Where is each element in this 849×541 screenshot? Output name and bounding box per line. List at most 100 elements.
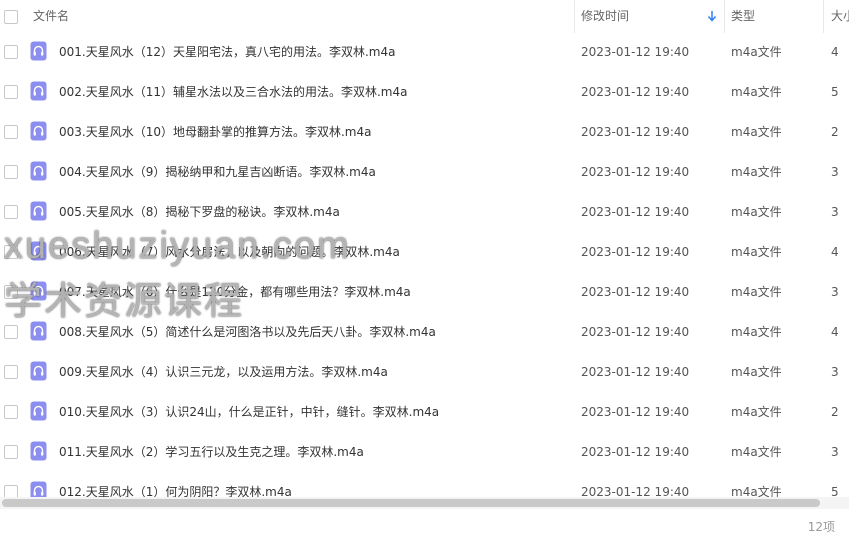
file-type: m4a文件	[731, 85, 782, 99]
file-size: 4	[831, 45, 839, 59]
file-name[interactable]: 008.天星风水（5）简述什么是河图洛书以及先后天八卦。李双林.m4a	[59, 313, 436, 353]
file-list[interactable]: 001.天星风水（12）天星阳宅法，真八宅的用法。李双林.m4a 2023-01…	[0, 33, 849, 497]
row-checkbox[interactable]	[4, 45, 18, 59]
status-bar: 12项	[0, 509, 849, 541]
audio-file-icon	[30, 281, 47, 301]
file-type: m4a文件	[731, 405, 782, 419]
file-name[interactable]: 004.天星风水（9）揭秘纳甲和九星吉凶断语。李双林.m4a	[59, 153, 376, 193]
file-row[interactable]: 002.天星风水（11）辅星水法以及三合水法的用法。李双林.m4a 2023-0…	[0, 73, 849, 113]
column-header-row: 文件名 修改时间 类型 大小	[0, 0, 849, 33]
file-modified-date: 2023-01-12 19:40	[581, 45, 690, 59]
column-divider[interactable]	[724, 0, 725, 33]
file-name[interactable]: 010.天星风水（3）认识24山，什么是正针，中针，缝针。李双林.m4a	[59, 393, 439, 433]
file-type: m4a文件	[731, 165, 782, 179]
file-type: m4a文件	[731, 245, 782, 259]
audio-file-icon	[30, 481, 47, 497]
file-modified-date: 2023-01-12 19:40	[581, 245, 690, 259]
row-checkbox[interactable]	[4, 245, 18, 259]
file-row[interactable]: 006.天星风水（7）风水分房法，以及朝向的问题。李双林.m4a 2023-01…	[0, 233, 849, 273]
column-header-name[interactable]: 文件名	[33, 0, 69, 33]
column-divider[interactable]	[823, 0, 824, 33]
audio-file-icon	[30, 241, 47, 261]
file-modified-date: 2023-01-12 19:40	[581, 85, 690, 99]
file-row[interactable]: 010.天星风水（3）认识24山，什么是正针，中针，缝针。李双林.m4a 202…	[0, 393, 849, 433]
file-size: 3	[831, 445, 839, 459]
file-row[interactable]: 008.天星风水（5）简述什么是河图洛书以及先后天八卦。李双林.m4a 2023…	[0, 313, 849, 353]
file-size: 2	[831, 405, 839, 419]
horizontal-scroll-thumb[interactable]	[2, 499, 820, 507]
sort-down-arrow-icon[interactable]	[706, 9, 718, 23]
file-row[interactable]: 009.天星风水（4）认识三元龙，以及运用方法。李双林.m4a 2023-01-…	[0, 353, 849, 393]
audio-file-icon	[30, 321, 47, 341]
audio-file-icon	[30, 81, 47, 101]
file-name[interactable]: 011.天星风水（2）学习五行以及生克之理。李双林.m4a	[59, 433, 364, 473]
file-size: 2	[831, 125, 839, 139]
row-checkbox[interactable]	[4, 485, 18, 497]
file-type: m4a文件	[731, 45, 782, 59]
audio-file-icon	[30, 401, 47, 421]
column-divider[interactable]	[574, 0, 575, 33]
select-all-checkbox[interactable]	[4, 10, 18, 24]
audio-file-icon	[30, 361, 47, 381]
file-row[interactable]: 005.天星风水（8）揭秘下罗盘的秘诀。李双林.m4a 2023-01-12 1…	[0, 193, 849, 233]
file-row[interactable]: 012.天星风水（1）何为阴阳？李双林.m4a 2023-01-12 19:40…	[0, 473, 849, 497]
item-count: 12项	[807, 520, 835, 534]
file-row[interactable]: 007.天星风水（6）什么是120分金，都有哪些用法？李双林.m4a 2023-…	[0, 273, 849, 313]
audio-file-icon	[30, 441, 47, 461]
row-checkbox[interactable]	[4, 445, 18, 459]
file-modified-date: 2023-01-12 19:40	[581, 125, 690, 139]
file-size: 4	[831, 245, 839, 259]
file-size: 5	[831, 485, 839, 497]
row-checkbox[interactable]	[4, 125, 18, 139]
column-header-name-label: 文件名	[33, 9, 70, 23]
file-row[interactable]: 001.天星风水（12）天星阳宅法，真八宅的用法。李双林.m4a 2023-01…	[0, 33, 849, 73]
row-checkbox[interactable]	[4, 405, 18, 419]
file-type: m4a文件	[731, 285, 782, 299]
row-checkbox[interactable]	[4, 325, 18, 339]
column-header-type-label: 类型	[731, 9, 756, 23]
file-modified-date: 2023-01-12 19:40	[581, 485, 690, 497]
file-row[interactable]: 003.天星风水（10）地母翻卦掌的推算方法。李双林.m4a 2023-01-1…	[0, 113, 849, 153]
audio-file-icon	[30, 41, 47, 61]
file-type: m4a文件	[731, 125, 782, 139]
file-size: 3	[831, 205, 839, 219]
file-modified-date: 2023-01-12 19:40	[581, 285, 690, 299]
audio-file-icon	[30, 161, 47, 181]
audio-file-icon	[30, 121, 47, 141]
horizontal-scrollbar[interactable]	[0, 497, 849, 509]
file-name[interactable]: 003.天星风水（10）地母翻卦掌的推算方法。李双林.m4a	[59, 113, 371, 153]
file-type: m4a文件	[731, 325, 782, 339]
column-header-size[interactable]: 大小	[831, 0, 849, 33]
row-checkbox[interactable]	[4, 365, 18, 379]
file-modified-date: 2023-01-12 19:40	[581, 405, 690, 419]
column-header-type[interactable]: 类型	[731, 0, 755, 33]
file-modified-date: 2023-01-12 19:40	[581, 365, 690, 379]
file-name[interactable]: 005.天星风水（8）揭秘下罗盘的秘诀。李双林.m4a	[59, 193, 340, 233]
file-type: m4a文件	[731, 365, 782, 379]
file-name[interactable]: 006.天星风水（7）风水分房法，以及朝向的问题。李双林.m4a	[59, 233, 400, 273]
column-header-modified[interactable]: 修改时间	[581, 0, 629, 33]
file-type: m4a文件	[731, 485, 782, 497]
file-row[interactable]: 004.天星风水（9）揭秘纳甲和九星吉凶断语。李双林.m4a 2023-01-1…	[0, 153, 849, 193]
file-size: 5	[831, 85, 839, 99]
column-header-modified-label: 修改时间	[581, 9, 630, 23]
row-checkbox[interactable]	[4, 85, 18, 99]
file-size: 3	[831, 165, 839, 179]
file-name[interactable]: 012.天星风水（1）何为阴阳？李双林.m4a	[59, 473, 292, 497]
file-row[interactable]: 011.天星风水（2）学习五行以及生克之理。李双林.m4a 2023-01-12…	[0, 433, 849, 473]
file-size: 3	[831, 285, 839, 299]
column-header-size-label: 大小	[831, 9, 849, 23]
row-checkbox[interactable]	[4, 165, 18, 179]
file-name[interactable]: 001.天星风水（12）天星阳宅法，真八宅的用法。李双林.m4a	[59, 33, 395, 73]
audio-file-icon	[30, 201, 47, 221]
file-name[interactable]: 007.天星风水（6）什么是120分金，都有哪些用法？李双林.m4a	[59, 273, 411, 313]
file-size: 4	[831, 325, 839, 339]
file-modified-date: 2023-01-12 19:40	[581, 325, 690, 339]
file-name[interactable]: 002.天星风水（11）辅星水法以及三合水法的用法。李双林.m4a	[59, 73, 407, 113]
file-name[interactable]: 009.天星风水（4）认识三元龙，以及运用方法。李双林.m4a	[59, 353, 388, 393]
row-checkbox[interactable]	[4, 205, 18, 219]
file-type: m4a文件	[731, 445, 782, 459]
file-list-window: 文件名 修改时间 类型 大小 001.天星风水（12）天星	[0, 0, 849, 541]
row-checkbox[interactable]	[4, 285, 18, 299]
file-modified-date: 2023-01-12 19:40	[581, 445, 690, 459]
